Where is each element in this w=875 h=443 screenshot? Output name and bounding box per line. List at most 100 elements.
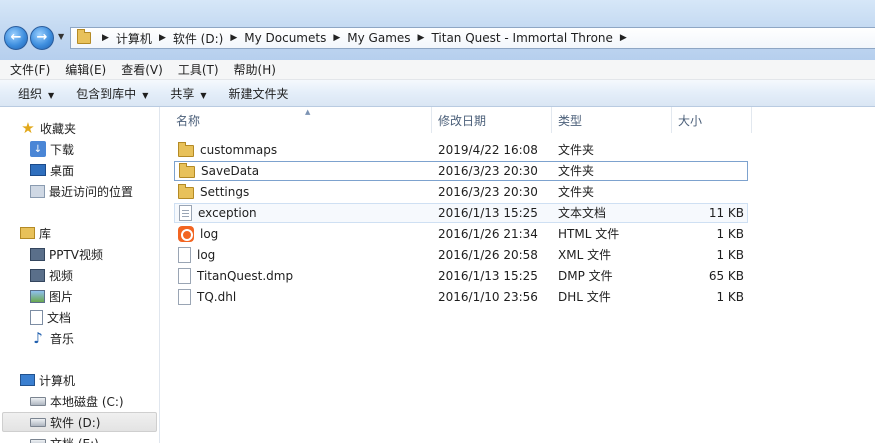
file-date: 2016/1/10 23:56 <box>438 290 538 304</box>
nav-videos[interactable]: 视频 <box>30 265 73 285</box>
chevron-right-icon[interactable]: ▶ <box>620 33 627 43</box>
nav-pptv[interactable]: PPTV视频 <box>30 244 103 264</box>
file-row[interactable]: Settings 2016/3/23 20:30 文件夹 <box>174 182 748 202</box>
chevron-right-icon[interactable]: ▶ <box>230 33 237 43</box>
file-name: log <box>197 248 216 262</box>
file-name: Settings <box>200 185 250 199</box>
nav-label: 软件 (D:) <box>50 415 101 430</box>
file-date: 2016/1/13 15:25 <box>438 269 538 283</box>
text-file-icon <box>179 205 192 221</box>
back-button[interactable]: ← <box>4 26 28 50</box>
file-icon <box>178 268 191 284</box>
breadcrumb[interactable]: ▶ 计算机 ▶ 软件 (D:) ▶ My Documets ▶ My Games… <box>70 27 875 49</box>
nav-label: 文档 (E:) <box>50 435 99 443</box>
file-row[interactable]: TQ.dhl 2016/1/10 23:56 DHL 文件 1 KB <box>174 287 748 307</box>
menu-help[interactable]: 帮助(H) <box>229 61 281 78</box>
download-icon: ↓ <box>30 141 46 157</box>
nav-label: 最近访问的位置 <box>49 184 134 199</box>
nav-label: 收藏夹 <box>40 121 77 136</box>
file-type: 文本文档 <box>558 206 607 220</box>
file-size: 1 KB <box>716 227 744 241</box>
nav-doc-disk-e[interactable]: 文档 (E:) <box>30 433 99 443</box>
organize-label: 组织 <box>18 86 43 101</box>
breadcrumb-item-titan-quest[interactable]: Titan Quest - Immortal Throne <box>431 31 612 45</box>
file-type: DHL 文件 <box>558 290 611 304</box>
folder-icon <box>178 184 194 199</box>
file-row[interactable]: SaveData 2016/3/23 20:30 文件夹 <box>174 161 748 181</box>
breadcrumb-item-my-games[interactable]: My Games <box>347 31 410 45</box>
file-row[interactable]: log 2016/1/26 20:58 XML 文件 1 KB <box>174 245 748 265</box>
file-list: 名称 ▲ 修改日期 类型 大小 custommaps 2019/4/22 16:… <box>160 107 875 443</box>
nav-label: 视频 <box>49 268 74 283</box>
nav-label: 本地磁盘 (C:) <box>50 394 124 409</box>
file-type: 文件夹 <box>558 185 595 199</box>
chevron-right-icon[interactable]: ▶ <box>333 33 340 43</box>
recent-pages-dropdown-icon[interactable]: ▼ <box>58 32 64 41</box>
chevron-right-icon[interactable]: ▶ <box>159 33 166 43</box>
chevron-down-icon: ▼ <box>142 90 149 100</box>
nav-local-disk-c[interactable]: 本地磁盘 (C:) <box>30 391 124 411</box>
menu-bar: 文件(F) 编辑(E) 查看(V) 工具(T) 帮助(H) <box>0 60 875 80</box>
share-button[interactable]: 共享 ▼ <box>170 85 206 102</box>
file-row[interactable]: custommaps 2019/4/22 16:08 文件夹 <box>174 140 748 160</box>
forward-button[interactable]: → <box>30 26 54 50</box>
sort-ascending-icon: ▲ <box>305 108 311 116</box>
nav-documents[interactable]: 文档 <box>30 307 71 327</box>
menu-edit[interactable]: 编辑(E) <box>60 61 111 78</box>
nav-desktop[interactable]: 桌面 <box>30 160 74 180</box>
recent-places-icon <box>30 184 45 198</box>
folder-icon <box>178 142 194 157</box>
chevron-down-icon: ▼ <box>48 90 55 100</box>
column-header-modified[interactable]: 修改日期 <box>432 107 552 133</box>
file-date: 2016/1/26 21:34 <box>438 227 538 241</box>
nav-pictures[interactable]: 图片 <box>30 286 73 306</box>
new-folder-button[interactable]: 新建文件夹 <box>229 85 289 102</box>
nav-label: 库 <box>39 226 52 241</box>
nav-libraries[interactable]: 库 <box>20 223 51 243</box>
file-row[interactable]: TitanQuest.dmp 2016/1/13 15:25 DMP 文件 65… <box>174 266 748 286</box>
nav-label: 桌面 <box>50 163 75 178</box>
column-header-size[interactable]: 大小 <box>672 107 752 133</box>
file-size: 1 KB <box>716 290 744 304</box>
menu-file[interactable]: 文件(F) <box>5 61 55 78</box>
file-date: 2016/3/23 20:30 <box>438 185 538 199</box>
video-library-icon <box>30 268 45 282</box>
file-date: 2016/1/13 15:25 <box>438 206 538 220</box>
file-row[interactable]: exception 2016/1/13 15:25 文本文档 11 KB <box>174 203 748 223</box>
file-name-cell: exception <box>175 203 425 223</box>
file-type: 文件夹 <box>558 164 595 178</box>
share-label: 共享 <box>170 86 195 101</box>
hard-drive-icon <box>30 438 46 443</box>
nav-recent[interactable]: 最近访问的位置 <box>30 181 133 201</box>
file-type: DMP 文件 <box>558 269 613 283</box>
document-icon <box>30 309 43 325</box>
nav-computer[interactable]: 计算机 <box>20 370 75 390</box>
nav-downloads[interactable]: ↓ 下载 <box>30 139 74 159</box>
file-row[interactable]: log 2016/1/26 21:34 HTML 文件 1 KB <box>174 224 748 244</box>
organize-button[interactable]: 组织 ▼ <box>18 85 54 102</box>
file-name: exception <box>198 206 257 220</box>
file-name: TitanQuest.dmp <box>197 269 294 283</box>
navigation-pane: ★ 收藏夹 ↓ 下载 桌面 最近访问的位置 库 PPTV视频 视频 图片 文档 … <box>0 107 160 443</box>
column-label: 大小 <box>678 113 703 128</box>
column-label: 类型 <box>558 113 583 128</box>
breadcrumb-item-drive-d[interactable]: 软件 (D:) <box>173 30 223 47</box>
nav-favorites[interactable]: ★ 收藏夹 <box>20 118 76 138</box>
nav-software-disk-d[interactable]: 软件 (D:) <box>2 412 157 432</box>
breadcrumb-item-my-documents[interactable]: My Documets <box>244 31 326 45</box>
column-header-type[interactable]: 类型 <box>552 107 672 133</box>
chevron-right-icon[interactable]: ▶ <box>102 33 109 43</box>
breadcrumb-item-computer[interactable]: 计算机 <box>116 30 152 47</box>
nav-label: 下载 <box>50 142 75 157</box>
include-library-button[interactable]: 包含到库中 ▼ <box>76 85 148 102</box>
nav-music[interactable]: ♪ 音乐 <box>30 328 74 348</box>
file-icon <box>178 247 191 263</box>
library-icon <box>20 227 35 239</box>
file-type: 文件夹 <box>558 143 595 157</box>
menu-tools[interactable]: 工具(T) <box>173 61 224 78</box>
hard-drive-icon <box>30 417 46 427</box>
menu-view[interactable]: 查看(V) <box>116 61 168 78</box>
chevron-right-icon[interactable]: ▶ <box>418 33 425 43</box>
column-header-name[interactable]: 名称 ▲ <box>170 107 432 133</box>
star-icon: ★ <box>21 119 35 137</box>
